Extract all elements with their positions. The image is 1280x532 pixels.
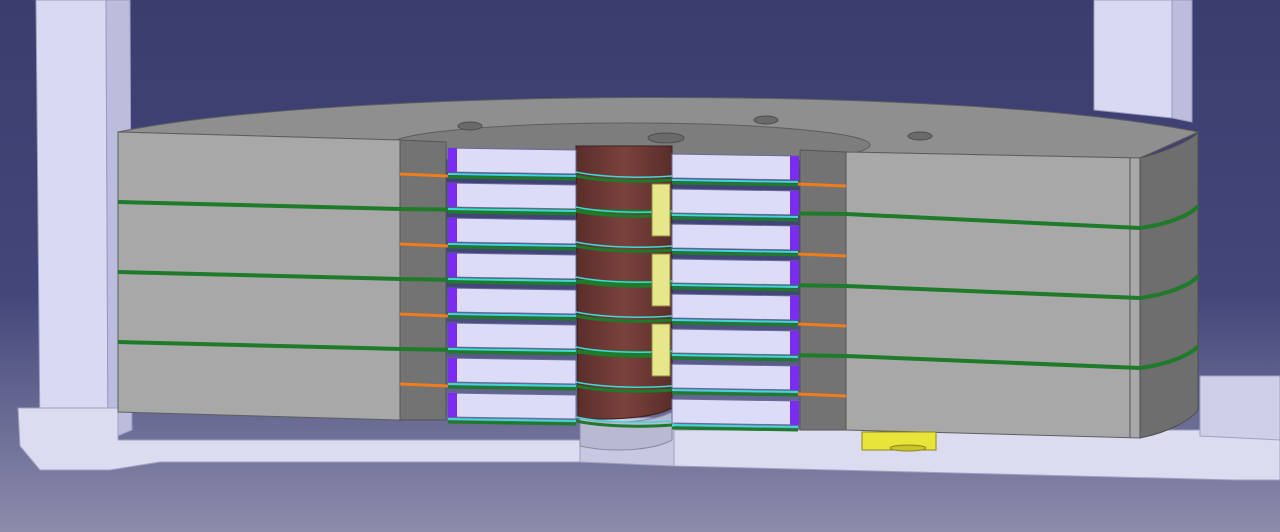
coil-edge (790, 401, 799, 425)
coil-segment-left (447, 392, 577, 420)
coil-spacer (671, 426, 799, 432)
coil-spacer (447, 280, 577, 286)
coil-segment-left (447, 182, 577, 210)
orange-spacer (797, 182, 847, 188)
orange-spacer (797, 252, 847, 258)
coil-edge (790, 261, 799, 285)
coil-segment-right (671, 328, 799, 356)
right-support-column[interactable] (1093, 0, 1193, 123)
coil-segment-right (671, 398, 799, 426)
coil-edge (448, 393, 457, 417)
coil-spacer (671, 286, 799, 292)
orange-spacer (797, 322, 847, 328)
coil-segment-left (447, 217, 577, 245)
coil-segment-left (447, 357, 577, 385)
coil-segment-left (447, 252, 577, 280)
coil-spacer (447, 315, 577, 321)
coil-edge (790, 226, 799, 250)
orange-spacer (399, 312, 449, 318)
coil-edge (448, 148, 457, 172)
coil-spacer (447, 385, 577, 391)
bolt-hole (457, 121, 483, 131)
coil-segment-right (671, 258, 799, 286)
coil-edge (790, 331, 799, 355)
clamp-block[interactable] (651, 323, 671, 377)
coil-edge (448, 253, 457, 277)
bolt-hole (753, 115, 779, 125)
coil-edge (790, 366, 799, 390)
coil-edge (790, 156, 799, 180)
coil-edge (790, 296, 799, 320)
coil-segment-left (447, 287, 577, 315)
mounting-foot[interactable] (861, 431, 937, 452)
coil-edge (448, 218, 457, 242)
coil-spacer (447, 210, 577, 216)
coil-segment-right (671, 153, 799, 181)
left-support-column[interactable] (27, 0, 133, 471)
coil-segment-right (671, 363, 799, 391)
orange-spacer (399, 382, 449, 388)
coil-spacer (671, 391, 799, 397)
clamp-block[interactable] (651, 183, 671, 237)
bolt-hole (907, 131, 933, 141)
orange-spacer (399, 172, 449, 178)
orange-spacer (797, 392, 847, 398)
coil-spacer (671, 216, 799, 222)
coil-segment-right (671, 188, 799, 216)
section-view-canvas[interactable] (0, 0, 1280, 532)
coil-spacer (671, 251, 799, 257)
coil-spacer (447, 245, 577, 251)
coil-segment-left (447, 147, 577, 175)
clamp-blocks[interactable] (651, 183, 671, 377)
coil-spacer (447, 175, 577, 181)
coil-spacer (447, 350, 577, 356)
coil-segment-right (671, 223, 799, 251)
coil-edge (448, 183, 457, 207)
coil-spacer (671, 356, 799, 362)
coil-spacer (671, 181, 799, 187)
coil-edge (448, 358, 457, 382)
coil-spacer (447, 420, 577, 426)
coil-segment-right (671, 293, 799, 321)
cad-3d-viewport[interactable] (0, 0, 1280, 532)
bolt-hole (647, 132, 685, 144)
coil-edge (448, 323, 457, 347)
coil-segment-left (447, 322, 577, 350)
coil-spacer (671, 321, 799, 327)
coil-edge (448, 288, 457, 312)
clamp-block[interactable] (651, 253, 671, 307)
orange-spacer (399, 242, 449, 248)
coil-edge (790, 191, 799, 215)
right-cavity-wall (799, 149, 847, 431)
